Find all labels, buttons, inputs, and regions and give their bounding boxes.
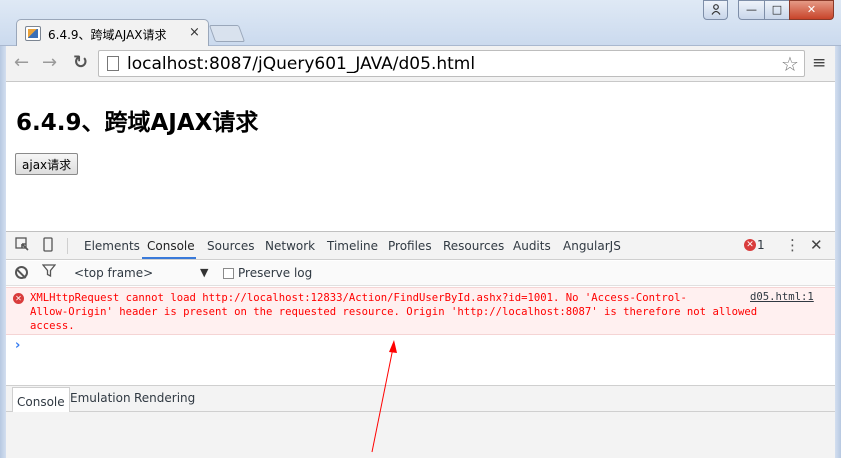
window-frame-right — [835, 46, 841, 458]
devtools-close-icon[interactable]: ✕ — [810, 236, 823, 254]
clear-console-icon[interactable] — [15, 266, 28, 279]
device-mode-icon[interactable] — [43, 237, 53, 256]
bookmark-star-icon[interactable]: ☆ — [781, 52, 799, 76]
frame-dropdown-arrow-icon[interactable]: ▼ — [200, 266, 208, 279]
error-line: Allow-Origin' header is present on the r… — [30, 306, 758, 318]
devtools-tab-elements[interactable]: Elements — [84, 239, 140, 253]
new-tab-button[interactable] — [208, 25, 246, 42]
console-prompt-icon[interactable]: › — [15, 338, 20, 353]
page-heading: 6.4.9、跨域AJAX请求 — [16, 110, 259, 136]
drawer-tab-rendering[interactable]: Rendering — [131, 391, 198, 405]
devtools-tab-resources[interactable]: Resources — [443, 239, 504, 253]
error-count-icon[interactable]: ✕ — [744, 239, 756, 251]
minimize-button[interactable]: — — [738, 0, 765, 20]
tab-close-icon[interactable]: × — [189, 25, 200, 41]
devtools-tab-audits[interactable]: Audits — [513, 239, 551, 253]
devtools-drawer: Console Emulation Rendering — [6, 385, 835, 458]
error-source-link[interactable]: d05.html:1 — [746, 291, 814, 303]
error-count[interactable]: 1 — [757, 238, 765, 252]
url-text[interactable]: localhost:8087/jQuery601_JAVA/d05.html — [127, 54, 475, 74]
user-profile-button[interactable] — [703, 0, 728, 20]
error-icon: ✕ — [13, 293, 24, 304]
error-line: access. — [30, 320, 75, 332]
error-line: XMLHttpRequest cannot load http://localh… — [30, 292, 687, 304]
forward-button[interactable]: → — [42, 53, 57, 73]
frame-selector[interactable]: <top frame> — [74, 266, 153, 280]
drawer-tab-bar: Console Emulation Rendering — [6, 386, 835, 412]
devtools-tab-angularjs[interactable]: AngularJS — [563, 239, 621, 253]
address-bar[interactable]: localhost:8087/jQuery601_JAVA/d05.html ☆ — [98, 50, 805, 77]
reload-button[interactable]: ↻ — [73, 53, 88, 73]
close-window-button[interactable]: ✕ — [789, 0, 834, 20]
maximize-button[interactable]: □ — [764, 0, 790, 20]
page-content: 6.4.9、跨域AJAX请求 ajax请求 — [6, 83, 835, 231]
devtools-tab-timeline[interactable]: Timeline — [327, 239, 378, 253]
drawer-tab-console[interactable]: Console — [12, 387, 70, 412]
console-toolbar: <top frame> ▼ Preserve log — [6, 261, 835, 286]
devtools-tab-sources[interactable]: Sources — [207, 239, 254, 253]
drawer-tab-emulation[interactable]: Emulation — [67, 391, 134, 405]
devtools-tab-bar: Elements Console Sources Network Timelin… — [6, 232, 835, 260]
browser-tab[interactable]: 6.4.9、跨域AJAX请求 × — [16, 19, 209, 47]
user-icon — [711, 4, 720, 15]
page-icon — [107, 56, 119, 71]
ajax-request-button[interactable]: ajax请求 — [15, 153, 79, 175]
error-text: XMLHttpRequest cannot load http://localh… — [30, 291, 810, 333]
devtools-panel: Elements Console Sources Network Timelin… — [6, 231, 835, 458]
back-button[interactable]: ← — [14, 53, 29, 73]
devtools-more-icon[interactable]: ⋮ — [785, 236, 800, 254]
tab-title: 6.4.9、跨域AJAX请求 — [48, 28, 167, 42]
devtools-separator — [67, 238, 68, 254]
favicon-icon — [25, 26, 41, 41]
preserve-log-label[interactable]: Preserve log — [238, 266, 312, 280]
filter-icon[interactable] — [41, 264, 57, 281]
title-bar: 6.4.9、跨域AJAX请求 × — □ ✕ — [0, 0, 841, 47]
devtools-tab-network[interactable]: Network — [265, 239, 315, 253]
devtools-tab-console[interactable]: Console — [147, 239, 195, 253]
active-tab-indicator — [142, 257, 196, 259]
browser-toolbar: ← → ↻ localhost:8087/jQuery601_JAVA/d05.… — [6, 46, 835, 82]
inspect-element-icon[interactable] — [15, 237, 29, 255]
devtools-tab-profiles[interactable]: Profiles — [388, 239, 432, 253]
console-error-message: ✕ XMLHttpRequest cannot load http://loca… — [6, 287, 835, 335]
preserve-log-checkbox[interactable] — [223, 268, 234, 279]
chrome-menu-icon[interactable]: ≡ — [812, 53, 826, 73]
